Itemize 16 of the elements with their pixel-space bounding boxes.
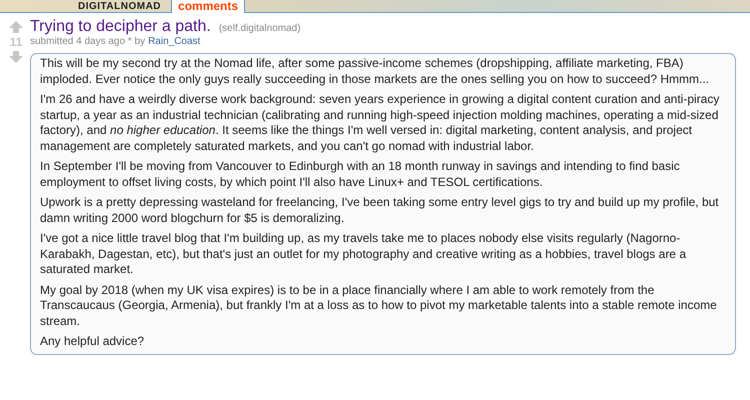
submitted-info: submitted 4 days ago * by xyxy=(30,36,146,47)
score: 11 xyxy=(10,35,22,49)
paragraph: This will be my second try at the Nomad life, after some passive-income schemes (dropshipping, affiliate marketing, FBA) imploded. Ever notice the only guys really succeeding in those markets are the ones selling you on how to succeed? Hmmm... xyxy=(40,56,710,87)
post-domain[interactable]: (self.digitalnomad) xyxy=(218,23,301,34)
post-title[interactable]: Trying to decipher a path. xyxy=(30,18,211,36)
paragraph: In September I'll be moving from Vancouver to Edinburgh with an 18 month runway in savings and intending to find basic employment to offset living costs, by which point I'll also have Linux+ and TESOL certifications. xyxy=(40,159,681,190)
comments-tab[interactable]: comments xyxy=(171,0,246,13)
subreddit-name[interactable]: DIGITALNOMAD xyxy=(72,1,168,12)
author-link[interactable]: Rain_Coast xyxy=(148,36,200,47)
paragraph: Upwork is a pretty depressing wasteland for freelancing, I've been taking some entry level gigs to try and build up my profile, but damn writing 2000 word blogchurn for $5 is demoralizing. xyxy=(40,195,720,226)
paragraph: I've got a nice little travel blog that I'm building up, as my travels take me to places nobody else visits regularly (Nagorno-Karabakh, Dagestan, etc), but that's just an outlet for my photography and creative writing as a hobbies, travel blogs are a saturated market. xyxy=(40,231,687,278)
paragraph: My goal by 2018 (when my UK visa expires) is to be in a place financially where I am able to work remotely from the Transcaucaus (Georgia, Armenia), but frankly I'm at a loss as to how to pivot my marketable talents into a stable remote income stream. xyxy=(40,282,718,329)
upvote-arrow-icon[interactable] xyxy=(9,21,23,33)
paragraph: I'm 26 and have a weirdly diverse work background: seven years experience in growing a digital content curation and anti-piracy startup, a year as an industrial technician (calibrating and running high-speed injection molding machines, operating a mid-sized factory), and no higher education. It seems like the things I'm well versed in: digital marketing, content analysis, and project management are completely saturated markets, and you can't go nomad with industrial labor. xyxy=(40,92,720,154)
downvote-arrow-icon[interactable] xyxy=(9,51,23,63)
paragraph: Any helpful advice? xyxy=(40,334,146,350)
